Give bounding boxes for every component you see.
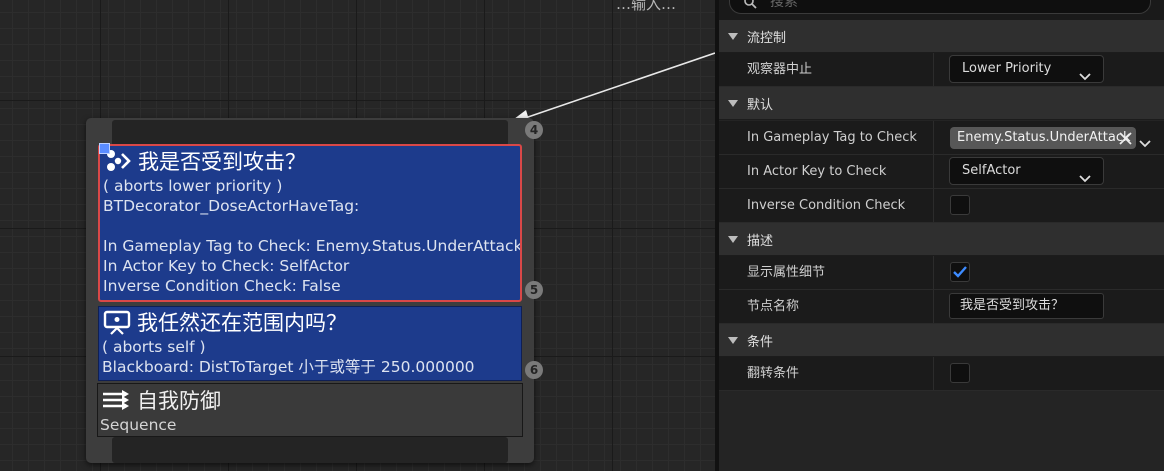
actor-key-dropdown[interactable]: SelfActor	[949, 157, 1104, 185]
section-header-condition[interactable]: 条件	[719, 324, 1164, 357]
output-pin-bar[interactable]	[112, 437, 508, 463]
decorator-under-attack[interactable]: 我是否受到攻击？ ( aborts lower priority ) BTDec…	[98, 144, 522, 302]
property-name: In Actor Key to Check	[747, 164, 887, 179]
column-divider	[933, 155, 934, 188]
column-divider	[933, 121, 934, 154]
section-title: 流控制	[747, 30, 787, 46]
property-row-actor-key: In Actor Key to Check SelfActor	[719, 155, 1164, 189]
section-title: 默认	[747, 97, 774, 113]
decorator-line: BTDecorator_DoseActorHaveTag:	[103, 197, 360, 215]
collapse-caret-icon	[719, 32, 747, 40]
property-name: 节点名称	[747, 299, 800, 314]
search-input[interactable]: 搜索	[729, 0, 1151, 14]
section-header-default[interactable]: 默认	[719, 87, 1164, 120]
execution-order-badge: 6	[525, 361, 543, 379]
gameplay-tag-chip[interactable]: Enemy.Status.UnderAttack	[950, 127, 1136, 149]
tag-value: Enemy.Status.UnderAttack	[957, 130, 1131, 145]
property-name: 翻转条件	[747, 366, 800, 381]
remove-tag-icon[interactable]	[1119, 131, 1132, 153]
search-icon	[744, 0, 757, 13]
property-name: 观察器中止	[747, 62, 813, 77]
decorator-title: 我任然还在范围内吗？	[137, 311, 347, 335]
collapse-caret-icon	[719, 235, 747, 243]
property-row-gameplay-tag: In Gameplay Tag to Check Enemy.Status.Un…	[719, 121, 1164, 155]
task-subtitle: Sequence	[100, 416, 177, 434]
show-details-checkbox[interactable]	[950, 262, 970, 282]
property-row-flip-condition: 翻转条件	[719, 357, 1164, 391]
monitor-decorator-icon	[103, 309, 131, 335]
decorator-line: Blackboard: DistToTarget 小于或等于 250.00000…	[102, 358, 475, 376]
decorator-line: Inverse Condition Check: False	[103, 277, 341, 295]
property-row-inverse-condition: Inverse Condition Check	[719, 189, 1164, 223]
decorator-in-range[interactable]: 我任然还在范围内吗？ ( aborts self ) Blackboard: D…	[98, 306, 522, 381]
column-divider	[933, 189, 934, 222]
chevron-down-icon[interactable]	[1139, 133, 1151, 152]
section-header-flow-control[interactable]: 流控制	[719, 20, 1164, 53]
property-row-observer-aborts: 观察器中止 Lower Priority	[719, 53, 1164, 87]
sequence-node[interactable]: 自我防御 Sequence	[97, 383, 523, 437]
column-divider	[933, 357, 934, 390]
input-pin-bar[interactable]	[112, 120, 508, 146]
sequence-icon	[101, 389, 131, 411]
details-panel: 搜索 流控制 观察器中止 Lower Priority 默认 In Gamepl…	[719, 0, 1164, 471]
decorator-line	[100, 216, 520, 236]
column-divider	[933, 290, 934, 323]
section-title: 描述	[747, 233, 774, 249]
column-divider	[933, 256, 934, 289]
decorator-line: ( aborts lower priority )	[103, 177, 283, 195]
search-strip: 搜索	[719, 0, 1164, 20]
collapse-caret-icon	[719, 99, 747, 107]
decorator-line: In Actor Key to Check: SelfActor	[103, 257, 350, 275]
decorator-line: In Gameplay Tag to Check: Enemy.Status.U…	[103, 237, 522, 255]
property-name: Inverse Condition Check	[747, 198, 906, 213]
decorator-line: ( aborts self )	[102, 338, 206, 356]
search-placeholder: 搜索	[770, 0, 798, 10]
section-header-description[interactable]: 描述	[719, 223, 1164, 256]
selection-marker	[99, 143, 110, 154]
flip-condition-checkbox[interactable]	[950, 363, 970, 383]
execution-order-badge: 4	[525, 121, 543, 139]
property-row-show-details: 显示属性细节	[719, 256, 1164, 290]
execution-order-badge: 5	[525, 281, 543, 299]
property-name: 显示属性细节	[747, 265, 826, 280]
section-title: 条件	[747, 334, 774, 350]
property-name: In Gameplay Tag to Check	[747, 130, 917, 145]
property-row-node-name: 节点名称 我是否受到攻击？	[719, 290, 1164, 324]
dropdown-value: Lower Priority	[962, 61, 1052, 76]
column-divider	[933, 53, 934, 86]
collapse-caret-icon	[719, 336, 747, 344]
task-title: 自我防御	[137, 389, 221, 413]
observer-aborts-dropdown[interactable]: Lower Priority	[949, 55, 1104, 83]
checkmark-icon	[953, 266, 967, 278]
dropdown-value: SelfActor	[962, 163, 1021, 178]
decorator-title: 我是否受到攻击？	[138, 150, 306, 174]
node-name-input[interactable]: 我是否受到攻击？	[949, 293, 1104, 319]
inverse-condition-checkbox[interactable]	[950, 195, 970, 215]
